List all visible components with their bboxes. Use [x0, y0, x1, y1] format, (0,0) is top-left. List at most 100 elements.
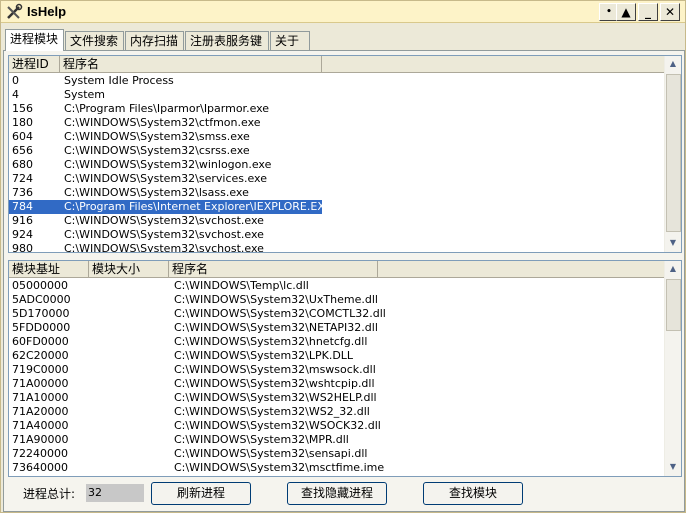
module-row[interactable]: 72240000 C:\WINDOWS\System32\sensapi.dll — [9, 447, 664, 461]
process-id-cell: 680 — [12, 158, 33, 171]
process-name-cell: System Idle Process — [64, 74, 174, 87]
module-base-cell: 60FD0000 — [12, 335, 69, 348]
refresh-process-button[interactable]: 刷新进程 — [151, 482, 251, 505]
process-id-cell: 156 — [12, 102, 33, 115]
process-id-cell: 980 — [12, 242, 33, 252]
module-row[interactable]: 719C0000 C:\WINDOWS\System32\mswsock.dll — [9, 363, 664, 377]
process-id-cell: 784 — [12, 200, 33, 213]
process-row[interactable]: 156 C:\Program Files\Iparmor\Iparmor.exe — [9, 102, 664, 116]
tab-about[interactable]: 关于 — [270, 31, 310, 51]
module-rows: 05000000 C:\WINDOWS\Temp\lc.dll 5ADC0000 C:… — [9, 279, 664, 476]
process-name-cell: C:\WINDOWS\System32\csrss.exe — [64, 144, 250, 157]
module-row[interactable]: 60FD0000 C:\WINDOWS\System32\hnetcfg.dll — [9, 335, 664, 349]
process-row[interactable]: 736 C:\WINDOWS\System32\lsass.exe — [9, 186, 664, 200]
scroll-thumb[interactable] — [666, 74, 681, 232]
module-row[interactable]: 71A90000 C:\WINDOWS\System32\MPR.dll — [9, 433, 664, 447]
scroll-thumb[interactable] — [666, 279, 681, 331]
process-id-cell: 4 — [12, 88, 19, 101]
tab-process-modules[interactable]: 进程模块 — [5, 29, 64, 51]
find-module-button[interactable]: 查找模块 — [423, 482, 523, 505]
module-base-cell: 71A10000 — [12, 391, 69, 404]
column-module-base[interactable]: 模块基址 — [9, 261, 89, 277]
module-base-cell: 73640000 — [12, 461, 68, 474]
scroll-down-icon[interactable]: ▼ — [665, 235, 681, 251]
module-row[interactable]: 5FDD0000 C:\WINDOWS\System32\NETAPI32.dll — [9, 321, 664, 335]
module-base-cell: 5D170000 — [12, 307, 70, 320]
tab-registry-service[interactable]: 注册表服务键 — [185, 31, 269, 51]
process-row[interactable]: 4 System — [9, 88, 664, 102]
module-row[interactable]: 71A40000 C:\WINDOWS\System32\WSOCK32.dll — [9, 419, 664, 433]
footer-bar: 进程总计: 32 刷新进程 查找隐藏进程 查找模块 — [1, 481, 686, 511]
process-row[interactable]: 784 C:\Program Files\Internet Explorer\IE… — [9, 200, 664, 214]
scroll-up-icon[interactable]: ▲ — [665, 261, 681, 277]
process-name-cell: C:\Program Files\Internet Explorer\IEXPL… — [64, 200, 332, 213]
process-row[interactable]: 980 C:\WINDOWS\System32\svchost.exe — [9, 242, 664, 252]
module-name-cell: C:\WINDOWS\System32\msctfime.ime — [174, 461, 385, 474]
tab-panel: 进程ID 程序名 0 System Idle Process 4 System 156 C… — [3, 50, 685, 512]
module-name-cell: C:\WINDOWS\System32\WSOCK32.dll — [174, 419, 381, 432]
process-id-cell: 924 — [12, 228, 33, 241]
module-base-cell: 71A40000 — [12, 419, 69, 432]
scroll-up-icon[interactable]: ▲ — [665, 56, 681, 72]
minimize-button[interactable]: _ — [638, 3, 658, 21]
process-id-cell: 736 — [12, 186, 33, 199]
process-name-cell: C:\WINDOWS\System32\services.exe — [64, 172, 268, 185]
title-bar[interactable]: IsHelp • ▲ _ ✕ — [1, 1, 685, 23]
module-name-cell: C:\WINDOWS\System32\COMCTL32.dll — [174, 307, 386, 320]
module-list-header: 模块基址 模块大小 程序名 — [9, 261, 664, 278]
rollup-button[interactable]: ▲ — [616, 3, 636, 21]
module-row[interactable]: 62C20000 C:\WINDOWS\System32\LPK.DLL — [9, 349, 664, 363]
process-row[interactable]: 924 C:\WINDOWS\System32\svchost.exe — [9, 228, 664, 242]
module-name-cell: C:\WINDOWS\System32\WS2HELP.dll — [174, 391, 377, 404]
process-list-header: 进程ID 程序名 — [9, 56, 664, 73]
process-row[interactable]: 180 C:\WINDOWS\System32\ctfmon.exe — [9, 116, 664, 130]
module-name-cell: C:\WINDOWS\System32\mswsock.dll — [174, 363, 376, 376]
module-name-cell: C:\WINDOWS\Temp\lc.dll — [174, 279, 309, 292]
module-base-cell: 719C0000 — [12, 363, 69, 376]
process-row[interactable]: 724 C:\WINDOWS\System32\services.exe — [9, 172, 664, 186]
process-row[interactable]: 656 C:\WINDOWS\System32\csrss.exe — [9, 144, 664, 158]
process-id-cell: 604 — [12, 130, 33, 143]
process-id-cell: 180 — [12, 116, 33, 129]
app-window: IsHelp • ▲ _ ✕ 进程模块 文件搜索 内存扫描 注册表服务键 关于 … — [0, 0, 686, 513]
process-name-cell: C:\WINDOWS\System32\winlogon.exe — [64, 158, 272, 171]
process-name-cell: C:\WINDOWS\System32\smss.exe — [64, 130, 250, 143]
module-list-scrollbar[interactable]: ▲ ▼ — [664, 261, 681, 476]
process-row[interactable]: 916 C:\WINDOWS\System32\svchost.exe — [9, 214, 664, 228]
module-name-cell: C:\WINDOWS\System32\hnetcfg.dll — [174, 335, 368, 348]
process-row[interactable]: 604 C:\WINDOWS\System32\smss.exe — [9, 130, 664, 144]
module-row[interactable]: 71A10000 C:\WINDOWS\System32\WS2HELP.dll — [9, 391, 664, 405]
module-row[interactable]: 05000000 C:\WINDOWS\Temp\lc.dll — [9, 279, 664, 293]
column-program-name[interactable]: 程序名 — [60, 56, 322, 72]
module-name-cell: C:\WINDOWS\System32\sensapi.dll — [174, 447, 368, 460]
scroll-down-icon[interactable]: ▼ — [665, 459, 681, 475]
module-row[interactable]: 71A20000 C:\WINDOWS\System32\WS2_32.dll — [9, 405, 664, 419]
module-row[interactable]: 5D170000 C:\WINDOWS\System32\COMCTL32.dll — [9, 307, 664, 321]
process-name-cell: C:\WINDOWS\System32\lsass.exe — [64, 186, 249, 199]
tab-file-search[interactable]: 文件搜索 — [65, 31, 124, 51]
column-module-name[interactable]: 程序名 — [169, 261, 378, 277]
close-button[interactable]: ✕ — [660, 3, 680, 21]
module-row[interactable]: 71A00000 C:\WINDOWS\System32\wshtcpip.dll — [9, 377, 664, 391]
column-module-size[interactable]: 模块大小 — [89, 261, 169, 277]
process-list[interactable]: 进程ID 程序名 0 System Idle Process 4 System 156 C… — [8, 55, 682, 253]
module-base-cell: 71A20000 — [12, 405, 69, 418]
tab-memory-scan[interactable]: 内存扫描 — [125, 31, 184, 51]
process-id-cell: 724 — [12, 172, 33, 185]
process-list-scrollbar[interactable]: ▲ ▼ — [664, 56, 681, 252]
find-hidden-process-button[interactable]: 查找隐藏进程 — [287, 482, 387, 505]
column-process-id[interactable]: 进程ID — [9, 56, 60, 72]
process-row[interactable]: 0 System Idle Process — [9, 74, 664, 88]
module-name-cell: C:\WINDOWS\System32\MPR.dll — [174, 433, 349, 446]
process-row[interactable]: 680 C:\WINDOWS\System32\winlogon.exe — [9, 158, 664, 172]
module-base-cell: 72240000 — [12, 447, 68, 460]
process-count-value: 32 — [86, 484, 144, 502]
process-name-cell: C:\WINDOWS\System32\ctfmon.exe — [64, 116, 261, 129]
module-base-cell: 71A00000 — [12, 377, 69, 390]
module-name-cell: C:\WINDOWS\System32\UxTheme.dll — [174, 293, 378, 306]
module-list[interactable]: 模块基址 模块大小 程序名 05000000 C:\WINDOWS\Temp\lc… — [8, 260, 682, 477]
window-title: IsHelp — [27, 4, 67, 19]
module-row[interactable]: 5ADC0000 C:\WINDOWS\System32\UxTheme.dll — [9, 293, 664, 307]
process-name-cell: C:\WINDOWS\System32\svchost.exe — [64, 242, 264, 252]
module-row[interactable]: 73640000 C:\WINDOWS\System32\msctfime.ime — [9, 461, 664, 475]
